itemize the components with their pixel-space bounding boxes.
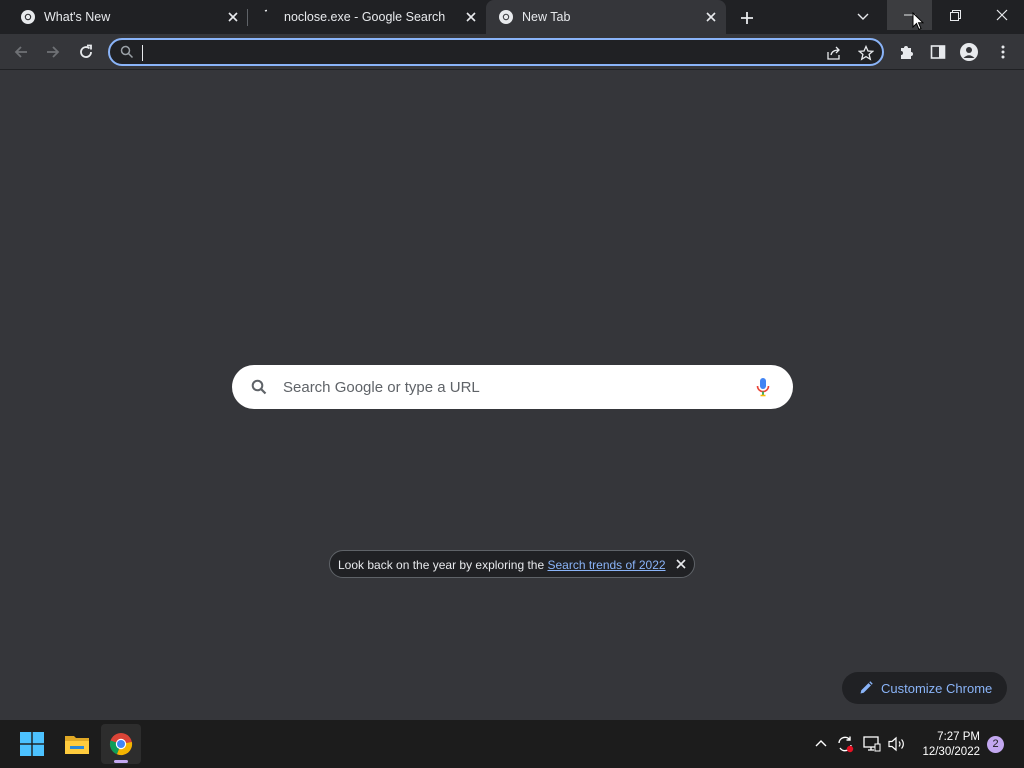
tab-title: What's New xyxy=(44,10,111,24)
menu-button[interactable] xyxy=(992,41,1014,63)
browser-toolbar xyxy=(0,34,1024,70)
tab-whats-new[interactable]: What's New xyxy=(8,0,248,34)
close-window-button[interactable] xyxy=(979,0,1024,30)
pencil-icon xyxy=(860,681,873,694)
microphone-icon[interactable] xyxy=(756,377,770,397)
bookmark-star-icon[interactable] xyxy=(858,45,874,61)
start-button[interactable] xyxy=(12,724,52,764)
back-button[interactable] xyxy=(10,41,32,63)
share-icon[interactable] xyxy=(826,45,842,61)
tab-google-search[interactable]: noclose.exe - Google Search xyxy=(248,0,486,34)
network-button[interactable] xyxy=(862,734,882,754)
promo-text: Look back on the year by exploring the xyxy=(338,558,548,572)
tab-strip: What's New noclose.exe - Google Search N… xyxy=(0,0,1024,34)
windows-logo-icon xyxy=(20,732,44,756)
arrow-right-icon xyxy=(47,46,60,58)
search-icon xyxy=(120,45,134,59)
taskbar: 7:27 PM 12/30/2022 xyxy=(0,720,1024,768)
close-tab-icon[interactable] xyxy=(464,10,478,24)
close-icon[interactable] xyxy=(676,559,686,569)
tab-search-button[interactable] xyxy=(852,6,874,28)
speaker-icon xyxy=(888,736,904,752)
promo-banner: Look back on the year by exploring the S… xyxy=(329,550,695,578)
extensions-button[interactable] xyxy=(895,41,917,63)
chrome-icon xyxy=(499,10,513,24)
tab-title: New Tab xyxy=(522,10,571,24)
forward-button[interactable] xyxy=(42,41,64,63)
close-tab-icon[interactable] xyxy=(226,10,240,24)
customize-chrome-button[interactable]: Customize Chrome xyxy=(842,672,1007,704)
show-hidden-icons-button[interactable] xyxy=(812,734,830,752)
folder-icon xyxy=(65,736,89,754)
restore-button[interactable] xyxy=(933,0,978,30)
close-tab-icon[interactable] xyxy=(704,10,718,24)
active-app-indicator xyxy=(114,760,128,763)
tab-title: noclose.exe - Google Search xyxy=(284,10,446,24)
minimize-button[interactable] xyxy=(887,0,932,30)
tab-new-tab[interactable]: New Tab xyxy=(486,0,726,34)
chrome-icon xyxy=(21,10,35,24)
reload-button[interactable] xyxy=(75,41,97,63)
sync-icon xyxy=(838,736,854,753)
notification-badge[interactable]: 2 xyxy=(987,736,1004,753)
puzzle-icon xyxy=(901,46,913,59)
volume-button[interactable] xyxy=(887,734,907,754)
reload-icon xyxy=(80,44,92,58)
text-caret xyxy=(142,45,143,61)
address-bar[interactable] xyxy=(108,38,884,66)
close-icon xyxy=(996,9,1007,21)
chrome-taskbar-button[interactable] xyxy=(101,724,141,764)
customize-chrome-label: Customize Chrome xyxy=(881,681,993,696)
restore-icon xyxy=(950,9,961,21)
file-explorer-button[interactable] xyxy=(57,724,97,764)
mouse-cursor-icon xyxy=(912,12,924,31)
network-icon xyxy=(863,736,881,752)
arrow-left-icon xyxy=(14,46,27,58)
loading-icon xyxy=(264,9,268,12)
plus-icon xyxy=(741,12,753,24)
clock[interactable]: 7:27 PM 12/30/2022 xyxy=(922,730,980,760)
kebab-menu-icon xyxy=(1001,45,1005,59)
clock-date: 12/30/2022 xyxy=(922,746,980,758)
search-icon xyxy=(251,379,267,395)
new-tab-button[interactable] xyxy=(736,7,758,29)
clock-time: 7:27 PM xyxy=(937,731,980,743)
side-panel-icon xyxy=(930,45,946,59)
chrome-icon xyxy=(109,733,133,756)
promo-link[interactable]: Search trends of 2022 xyxy=(547,558,665,572)
chevron-up-icon xyxy=(815,740,827,747)
chevron-down-icon xyxy=(857,13,869,20)
ntp-search-box[interactable]: Search Google or type a URL xyxy=(232,365,793,409)
side-panel-button[interactable] xyxy=(927,41,949,63)
ntp-search-placeholder: Search Google or type a URL xyxy=(283,379,480,396)
profile-button[interactable] xyxy=(958,41,980,63)
sync-status-button[interactable] xyxy=(835,734,855,754)
avatar-icon xyxy=(960,43,978,61)
